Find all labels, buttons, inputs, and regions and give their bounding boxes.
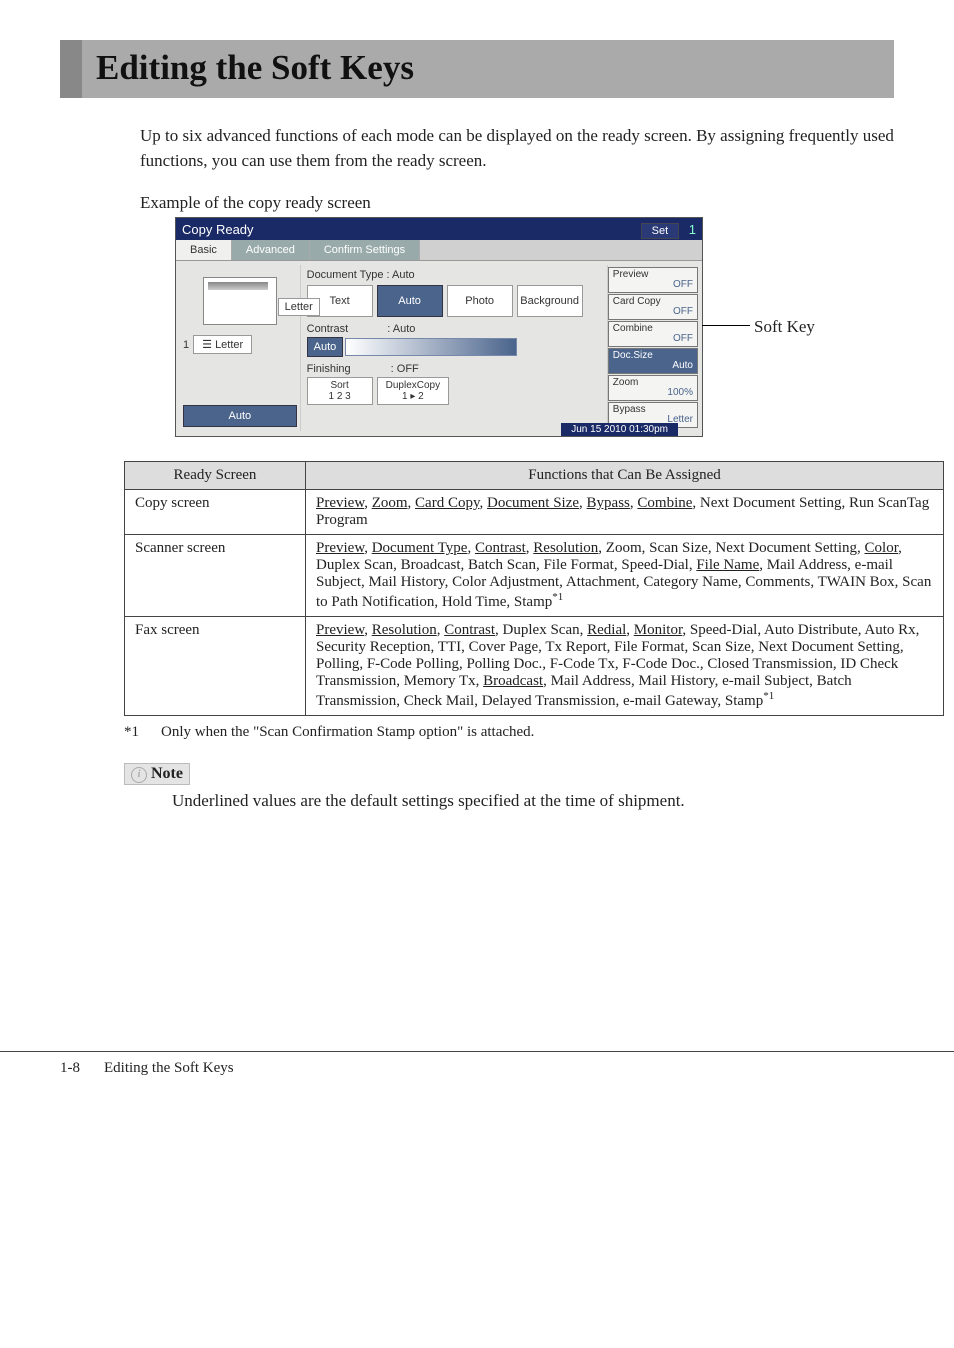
- row-fax-label: Fax screen: [125, 617, 306, 716]
- tray-index: 1: [183, 339, 189, 351]
- footnote-text: Only when the "Scan Confirmation Stamp o…: [161, 724, 534, 741]
- contrast-slider[interactable]: [345, 338, 517, 356]
- softkey-annotation-label: Soft Key: [754, 317, 815, 337]
- sk-val: OFF: [613, 307, 693, 318]
- sk-val: OFF: [613, 280, 693, 291]
- info-icon: i: [131, 767, 147, 783]
- doctype-label: Document Type : Auto: [307, 269, 601, 281]
- duplex-icon: 1 ▸ 2: [402, 391, 424, 402]
- functions-table: Ready Screen Functions that Can Be Assig…: [124, 461, 944, 716]
- window-title: Copy Ready: [182, 222, 254, 237]
- row-scanner-label: Scanner screen: [125, 535, 306, 617]
- row-scanner-functions: Preview, Document Type, Contrast, Resolu…: [306, 535, 944, 617]
- sort-button[interactable]: Sort 1 2 3: [307, 377, 373, 405]
- contrast-label: Contrast: [307, 323, 349, 335]
- softkey-panel: PreviewOFF Card CopyOFF CombineOFF Doc.S…: [608, 265, 698, 431]
- footnote-mark: *1: [124, 724, 139, 741]
- duplex-label: DuplexCopy: [386, 380, 440, 391]
- duplex-button[interactable]: DuplexCopy 1 ▸ 2: [377, 377, 449, 405]
- col-functions: Functions that Can Be Assigned: [306, 462, 944, 490]
- softkey-docsize[interactable]: Doc.SizeAuto: [608, 348, 698, 374]
- sk-val: OFF: [613, 334, 693, 345]
- tray-text: Letter: [215, 339, 243, 351]
- tab-confirm-settings[interactable]: Confirm Settings: [310, 240, 420, 260]
- finishing-value: : OFF: [391, 363, 419, 375]
- footnote: *1 Only when the "Scan Confirmation Stam…: [124, 724, 894, 741]
- doctype-auto[interactable]: Auto: [377, 285, 443, 317]
- set-button[interactable]: Set: [641, 223, 680, 239]
- softkey-zoom[interactable]: Zoom100%: [608, 375, 698, 401]
- sk-val: 100%: [613, 388, 693, 399]
- sort-icon: 1 2 3: [329, 391, 351, 402]
- contrast-value: : Auto: [387, 323, 415, 335]
- page-number: 1-8: [60, 1060, 80, 1077]
- tray-button[interactable]: ☰ Letter: [193, 335, 252, 354]
- status-timestamp: Jun 15 2010 01:30pm: [561, 423, 678, 436]
- row-copy-functions: Preview, Zoom, Card Copy, Document Size,…: [306, 490, 944, 535]
- paper-stack-illustration: Letter: [203, 277, 277, 325]
- tray-icon: ☰: [202, 339, 212, 351]
- copy-ready-screenshot: Copy Ready Set 1 Basic Advanced Confirm …: [175, 217, 703, 437]
- col-ready-screen: Ready Screen: [125, 462, 306, 490]
- row-fax-functions: Preview, Resolution, Contrast, Duplex Sc…: [306, 617, 944, 716]
- softkey-preview[interactable]: PreviewOFF: [608, 267, 698, 293]
- row-copy-label: Copy screen: [125, 490, 306, 535]
- letter-badge: Letter: [278, 298, 320, 316]
- example-label: Example of the copy ready screen: [140, 193, 894, 213]
- note-body: Underlined values are the default settin…: [172, 791, 894, 811]
- contrast-auto-button[interactable]: Auto: [307, 337, 344, 357]
- tab-advanced[interactable]: Advanced: [232, 240, 310, 260]
- footer-section: Editing the Soft Keys: [104, 1060, 234, 1077]
- tab-basic[interactable]: Basic: [176, 240, 232, 260]
- sort-label: Sort: [330, 380, 348, 391]
- doctype-photo[interactable]: Photo: [447, 285, 513, 317]
- softkey-cardcopy[interactable]: Card CopyOFF: [608, 294, 698, 320]
- page-footer: 1-8 Editing the Soft Keys: [0, 1051, 954, 1077]
- sk-val: Auto: [613, 361, 693, 372]
- doctype-background[interactable]: Background: [517, 285, 583, 317]
- note-heading: iNote: [124, 763, 190, 785]
- softkey-combine[interactable]: CombineOFF: [608, 321, 698, 347]
- chapter-title: Editing the Soft Keys: [60, 40, 894, 98]
- auto-button[interactable]: Auto: [183, 405, 297, 427]
- finishing-label: Finishing: [307, 363, 351, 375]
- intro-paragraph: Up to six advanced functions of each mod…: [140, 124, 894, 173]
- set-count: 1: [689, 222, 696, 237]
- softkey-annotation: Soft Key: [702, 317, 815, 337]
